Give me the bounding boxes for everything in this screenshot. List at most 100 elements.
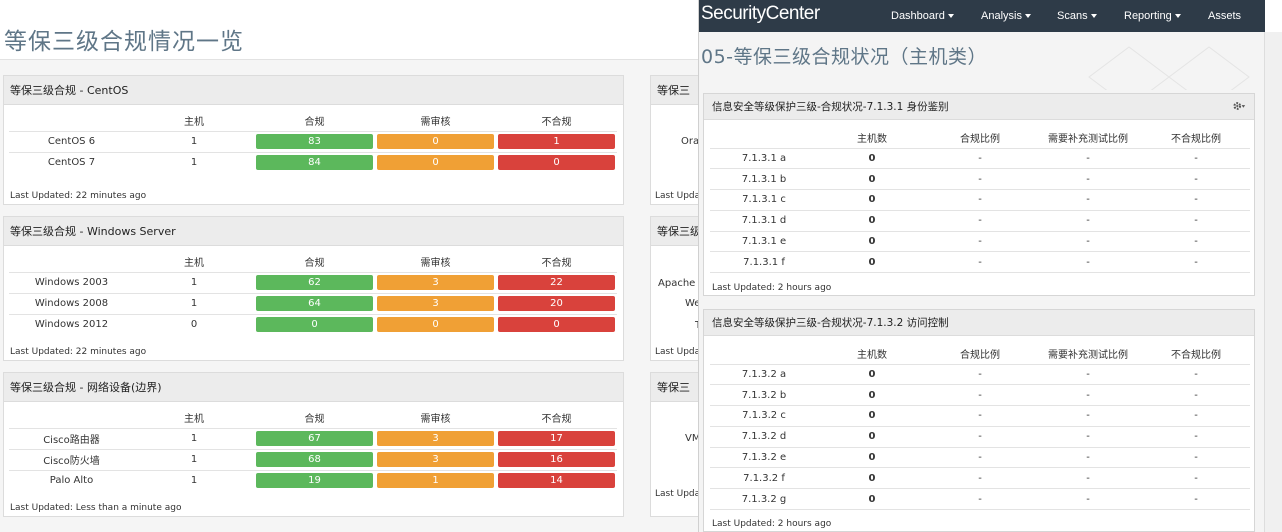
table-row[interactable]: CentOS 6 1 83 0 1: [9, 130, 617, 152]
noncompliant-ratio: -: [1142, 231, 1250, 253]
compliant-bar[interactable]: 62: [256, 275, 373, 290]
table-row[interactable]: 7.1.3.1 a0---: [710, 148, 1250, 170]
review-bar[interactable]: 3: [377, 452, 494, 467]
panel-title: 信息安全等级保护三级-合规状况-7.1.3.1 身份鉴别: [704, 94, 1254, 120]
supplement-ratio: -: [1034, 364, 1142, 386]
noncompliant-ratio: -: [1142, 148, 1250, 170]
noncompliant-bar[interactable]: 22: [498, 275, 615, 290]
chevron-down-icon: [1090, 14, 1097, 19]
table-row[interactable]: 7.1.3.1 f0---: [710, 251, 1250, 274]
column-header: 需要补充测试比例: [1034, 127, 1142, 149]
compliant-ratio: -: [926, 251, 1034, 274]
noncompliant-bar[interactable]: 1: [498, 134, 615, 149]
compliance-table: 主机数 合规比例 需要补充测试比例 不合规比例 7.1.3.1 a0--- 7.…: [710, 127, 1250, 274]
row-name: 7.1.3.1 c: [710, 189, 818, 211]
column-header: 合规: [304, 257, 325, 269]
nav-scans[interactable]: Scans: [1057, 10, 1097, 22]
compliant-bar[interactable]: 83: [256, 134, 373, 149]
review-bar[interactable]: 3: [377, 275, 494, 290]
table-row[interactable]: Windows 2003 1 62 3 22: [9, 271, 617, 293]
compliant-bar[interactable]: 68: [256, 452, 373, 467]
last-updated: Last Updat: [655, 489, 704, 499]
noncompliant-bar[interactable]: 14: [498, 473, 615, 489]
nav-reporting[interactable]: Reporting: [1124, 10, 1181, 22]
nav-label: Assets: [1208, 10, 1242, 22]
column-header: 不合规比例: [1142, 127, 1250, 149]
securitycenter-window: SecurityCenter Dashboard Analysis Scans …: [698, 0, 1265, 532]
noncompliant-bar[interactable]: 17: [498, 431, 615, 446]
column-header-name: [9, 407, 134, 428]
review-bar[interactable]: 3: [377, 431, 494, 446]
table-row[interactable]: 7.1.3.2 d0---: [710, 426, 1250, 448]
last-updated: Last Updated: 22 minutes ago: [10, 347, 147, 357]
host-count: 1: [134, 292, 254, 314]
compliant-bar[interactable]: 67: [256, 431, 373, 446]
table-row[interactable]: Cisco防火墙 1 68 3 16: [9, 448, 617, 470]
table-row[interactable]: 7.1.3.1 e0---: [710, 231, 1250, 253]
compliant-bar[interactable]: 64: [256, 296, 373, 311]
noncompliant-bar[interactable]: 16: [498, 452, 615, 467]
table-row[interactable]: 7.1.3.2 c0---: [710, 405, 1250, 427]
table-row[interactable]: Windows 2012 0 0 0 0: [9, 313, 617, 335]
row-name: Cisco防火墙: [9, 448, 134, 470]
review-bar[interactable]: 1: [377, 473, 494, 489]
column-header: 合规比例: [926, 343, 1034, 365]
row-name: Windows 2008: [9, 292, 134, 314]
review-bar[interactable]: 0: [377, 317, 494, 333]
table-row[interactable]: 7.1.3.1 b0---: [710, 168, 1250, 191]
column-header-name: [710, 343, 818, 365]
compliant-bar[interactable]: 19: [256, 473, 373, 489]
table-row[interactable]: 7.1.3.2 e0---: [710, 447, 1250, 469]
host-count: 1: [134, 448, 254, 470]
review-bar[interactable]: 0: [377, 134, 494, 149]
noncompliant-ratio: -: [1142, 488, 1250, 511]
table-row[interactable]: 7.1.3.1 d0---: [710, 210, 1250, 232]
securitycenter-logo[interactable]: SecurityCenter: [701, 3, 820, 25]
scrollbar[interactable]: [1264, 32, 1282, 532]
supplement-ratio: -: [1034, 384, 1142, 407]
host-count: 1: [134, 271, 254, 293]
host-count: 0: [818, 426, 926, 448]
nav-dashboard[interactable]: Dashboard: [891, 10, 954, 22]
table-row[interactable]: CentOS 7 1 84 0 0: [9, 151, 617, 173]
column-header: 合规: [304, 116, 325, 128]
host-count: 0: [818, 447, 926, 469]
compliant-bar[interactable]: 84: [256, 155, 373, 171]
host-count: 0: [818, 384, 926, 407]
host-count: 1: [134, 469, 254, 491]
review-bar[interactable]: 3: [377, 296, 494, 311]
host-count: 0: [818, 231, 926, 253]
table-row[interactable]: Palo Alto 1 19 1 14: [9, 469, 617, 491]
nav-assets[interactable]: Assets: [1208, 10, 1241, 22]
noncompliant-ratio: -: [1142, 210, 1250, 232]
supplement-ratio: -: [1034, 148, 1142, 170]
noncompliant-ratio: -: [1142, 168, 1250, 191]
table-row[interactable]: 7.1.3.2 b0---: [710, 384, 1250, 407]
host-count: 0: [818, 467, 926, 490]
gear-icon[interactable]: [1232, 99, 1246, 113]
nav-analysis[interactable]: Analysis: [981, 10, 1031, 22]
row-name: Apache: [658, 278, 696, 289]
table-row[interactable]: 7.1.3.2 g0---: [710, 488, 1250, 511]
supplement-ratio: -: [1034, 231, 1142, 253]
table-header-row: 主机 合规 需审核 不合规: [9, 110, 617, 131]
table-row[interactable]: 7.1.3.2 f0---: [710, 467, 1250, 490]
table-row[interactable]: 7.1.3.2 a0---: [710, 364, 1250, 386]
column-header: 需审核: [420, 257, 451, 269]
top-navbar: SecurityCenter Dashboard Analysis Scans …: [699, 0, 1265, 32]
table-header-row: 主机 合规 需审核 不合规: [9, 251, 617, 272]
noncompliant-bar[interactable]: 20: [498, 296, 615, 311]
compliant-bar[interactable]: 0: [256, 317, 373, 333]
noncompliant-bar[interactable]: 0: [498, 317, 615, 333]
host-count: 0: [818, 251, 926, 274]
panel-windows-server: 等保三级合规 - Windows Server 主机 合规 需审核 不合规 Wi…: [3, 216, 624, 361]
review-bar[interactable]: 0: [377, 155, 494, 171]
table-row[interactable]: Windows 2008 1 64 3 20: [9, 292, 617, 314]
table-row[interactable]: Cisco路由器 1 67 3 17: [9, 427, 617, 449]
column-header-name: [9, 251, 134, 272]
noncompliant-bar[interactable]: 0: [498, 155, 615, 171]
row-name: Windows 2012: [9, 313, 134, 335]
table-header-row: 主机 合规 需审核 不合规: [9, 407, 617, 428]
table-row[interactable]: 7.1.3.1 c0---: [710, 189, 1250, 211]
nav-label: Reporting: [1124, 10, 1172, 22]
